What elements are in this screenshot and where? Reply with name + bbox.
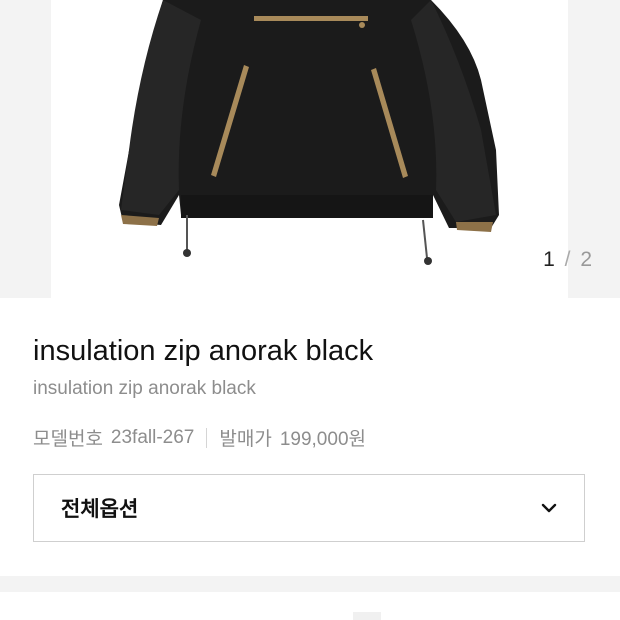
section-divider-band: [0, 576, 620, 592]
model-number-label: 모델번호: [33, 429, 103, 450]
option-select[interactable]: 전체옵션: [33, 474, 585, 542]
model-number-value: 23fall-267: [110, 426, 195, 448]
release-price-value: 199,000원: [279, 429, 366, 450]
anorak-jacket-image: [119, 0, 499, 265]
chevron-down-icon: [541, 503, 557, 513]
pager-separator: /: [564, 248, 572, 271]
release-price-label: 발매가: [219, 429, 272, 450]
pager-total: 2: [580, 248, 593, 271]
meta-divider: [206, 427, 208, 448]
product-photo[interactable]: [51, 0, 568, 298]
option-select-label: 전체옵션: [61, 498, 139, 521]
product-image-gallery[interactable]: 1 / 2: [0, 0, 620, 298]
next-section-edge: [353, 612, 381, 620]
pager-current: 1: [543, 248, 556, 271]
product-meta: 모델번호 23fall-267 발매가 199,000원: [33, 424, 366, 451]
product-subtitle: insulation zip anorak black: [33, 378, 256, 399]
image-pager: 1 / 2: [543, 248, 593, 272]
product-title: insulation zip anorak black: [33, 335, 374, 367]
